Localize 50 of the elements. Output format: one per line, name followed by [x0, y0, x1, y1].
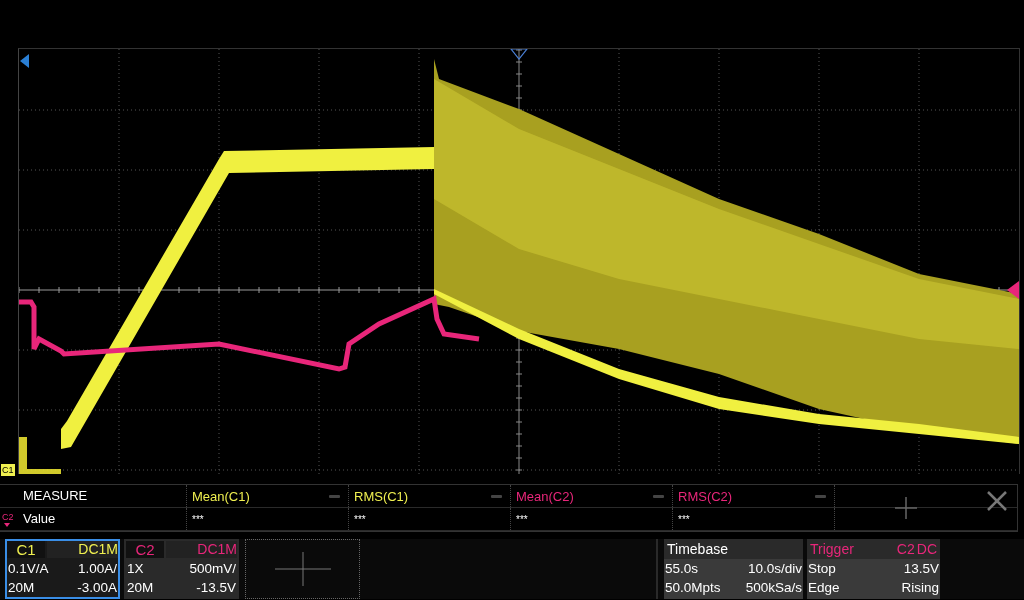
- timebase-panel[interactable]: Timebase 55.0s 10.0s/div 50.0Mpts 500kSa/s: [664, 539, 803, 599]
- vertical-offset: -3.00A: [77, 579, 117, 597]
- coupling-label: DC1M: [166, 541, 237, 558]
- channel-label: C1: [1, 464, 15, 476]
- channel-name: C1: [16, 541, 36, 558]
- measure-value: ***: [354, 513, 366, 525]
- channel-card[interactable]: C1 DC1M 0.1V/A 1.00A/ 20M -3.00A: [5, 539, 120, 599]
- trigger-slope: Rising: [901, 579, 939, 597]
- measure-value: ***: [678, 513, 690, 525]
- trigger-level-icon: [1007, 281, 1019, 299]
- panel-title: Trigger: [810, 540, 854, 559]
- close-icon[interactable]: [987, 491, 1007, 511]
- measure-title: MEASURE: [0, 485, 187, 507]
- bandwidth-limit: 20M: [127, 579, 154, 597]
- channel-card[interactable]: C2 DC1M 1X 500mV/ 20M -13.5V: [124, 539, 239, 599]
- measure-value: ***: [516, 513, 528, 525]
- add-icon[interactable]: [895, 497, 917, 519]
- add-icon[interactable]: [274, 552, 331, 586]
- trigger-source: C2: [896, 540, 915, 559]
- remove-icon[interactable]: [491, 495, 502, 498]
- panel-title: Timebase: [667, 540, 728, 559]
- channel-marker-icon: [4, 523, 10, 527]
- bandwidth-limit: 20M: [8, 579, 35, 597]
- vertical-scale: 1.00A/: [77, 560, 117, 578]
- trigger-level: 13.5V: [903, 560, 939, 578]
- memory-depth: 50.0Mpts: [665, 579, 721, 597]
- trigger-mode: Stop: [808, 560, 836, 578]
- vertical-scale: 500mV/: [189, 560, 236, 578]
- measure-value: ***: [192, 513, 204, 525]
- trigger-panel[interactable]: Trigger C2 DC Stop 13.5V Edge Rising: [807, 539, 940, 599]
- measure-name[interactable]: Mean(C2): [516, 488, 574, 504]
- horizontal-delay: 55.0s: [665, 560, 699, 578]
- measure-name[interactable]: RMS(C2): [678, 488, 733, 504]
- remove-icon[interactable]: [329, 495, 340, 498]
- sample-rate: 500kSa/s: [745, 579, 802, 597]
- probe-ratio: 1X: [127, 560, 144, 578]
- channel-name: C2: [135, 541, 155, 558]
- measure-name[interactable]: Mean(C1): [192, 488, 250, 504]
- trigger-type: Edge: [808, 579, 840, 597]
- vertical-offset: -13.5V: [196, 579, 236, 597]
- remove-icon[interactable]: [653, 495, 664, 498]
- coupling-label: DC1M: [47, 541, 118, 558]
- measure-name[interactable]: RMS(C1): [354, 488, 409, 504]
- channel-label: C2: [2, 513, 14, 522]
- remove-icon[interactable]: [815, 495, 826, 498]
- trigger-position-icon: [509, 49, 529, 60]
- probe-ratio: 0.1V/A: [8, 560, 49, 578]
- channel-marker-icon: [20, 54, 29, 68]
- trigger-coupling: DC: [916, 540, 937, 559]
- time-scale: 10.0s/div: [747, 560, 802, 578]
